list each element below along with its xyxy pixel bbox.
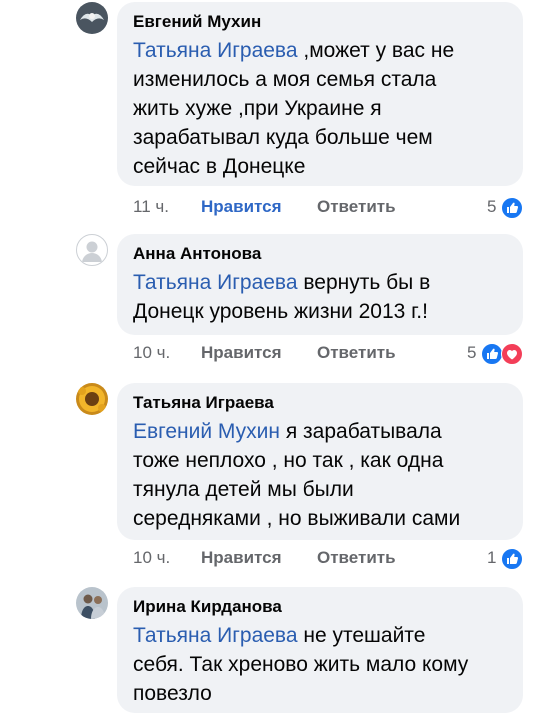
mention-link[interactable]: Татьяна Играева <box>133 271 298 294</box>
like-icon <box>501 197 523 219</box>
mention-link[interactable]: Татьяна Играева <box>133 39 298 62</box>
timestamp[interactable]: 11 ч. <box>133 195 169 219</box>
comment-author[interactable]: Ирина Кирданова <box>133 596 507 618</box>
reaction-summary[interactable]: 1 <box>487 546 527 570</box>
comment-author[interactable]: Татьяна Играева <box>133 392 507 414</box>
avatar[interactable] <box>76 383 108 415</box>
love-icon <box>501 343 523 365</box>
reaction-count: 1 <box>487 548 497 567</box>
mention-link[interactable]: Татьяна Играева <box>133 624 298 647</box>
like-button[interactable]: Нравится <box>201 195 282 219</box>
avatar-sunflower-icon <box>76 383 108 415</box>
comment-text: Евгений Мухин я зарабатывала тоже неплох… <box>133 420 461 530</box>
timestamp[interactable]: 10 ч. <box>133 546 170 570</box>
avatar-photo-icon <box>76 587 108 619</box>
comment-author[interactable]: Евгений Мухин <box>133 11 507 33</box>
comment-bubble: Евгений Мухин Татьяна Играева ,может у в… <box>117 2 523 186</box>
mention-link[interactable]: Евгений Мухин <box>133 420 280 443</box>
reply-button[interactable]: Ответить <box>317 195 396 219</box>
comment-text: Татьяна Играева не утешайте себя. Так хр… <box>133 624 469 705</box>
reaction-summary[interactable]: 5 <box>487 195 527 219</box>
reply-button[interactable]: Ответить <box>317 546 396 570</box>
comment-bubble: Ирина Кирданова Татьяна Играева не утеша… <box>117 587 523 713</box>
comment-author[interactable]: Анна Антонова <box>133 243 507 265</box>
comment-bubble: Татьяна Играева Евгений Мухин я зарабаты… <box>117 383 523 540</box>
comment-text: Татьяна Играева ,может у вас не изменило… <box>133 39 455 178</box>
avatar[interactable] <box>76 587 108 619</box>
reaction-count: 5 <box>487 197 497 216</box>
avatar[interactable] <box>76 234 108 266</box>
default-avatar-icon <box>82 241 102 262</box>
comment-bubble: Анна Антонова Татьяна Играева вернуть бы… <box>117 234 523 335</box>
like-icon <box>501 548 523 570</box>
like-button[interactable]: Нравится <box>201 341 282 365</box>
reply-button[interactable]: Ответить <box>317 341 396 365</box>
like-button[interactable]: Нравится <box>201 546 282 570</box>
reaction-count: 5 <box>467 343 477 362</box>
comment-text: Татьяна Играева вернуть бы в Донецк уров… <box>133 271 431 323</box>
avatar[interactable] <box>76 2 108 34</box>
avatar-eagle-icon <box>76 2 108 34</box>
timestamp[interactable]: 10 ч. <box>133 341 170 365</box>
reaction-summary[interactable]: 5 <box>467 341 527 365</box>
like-icon <box>481 343 503 365</box>
